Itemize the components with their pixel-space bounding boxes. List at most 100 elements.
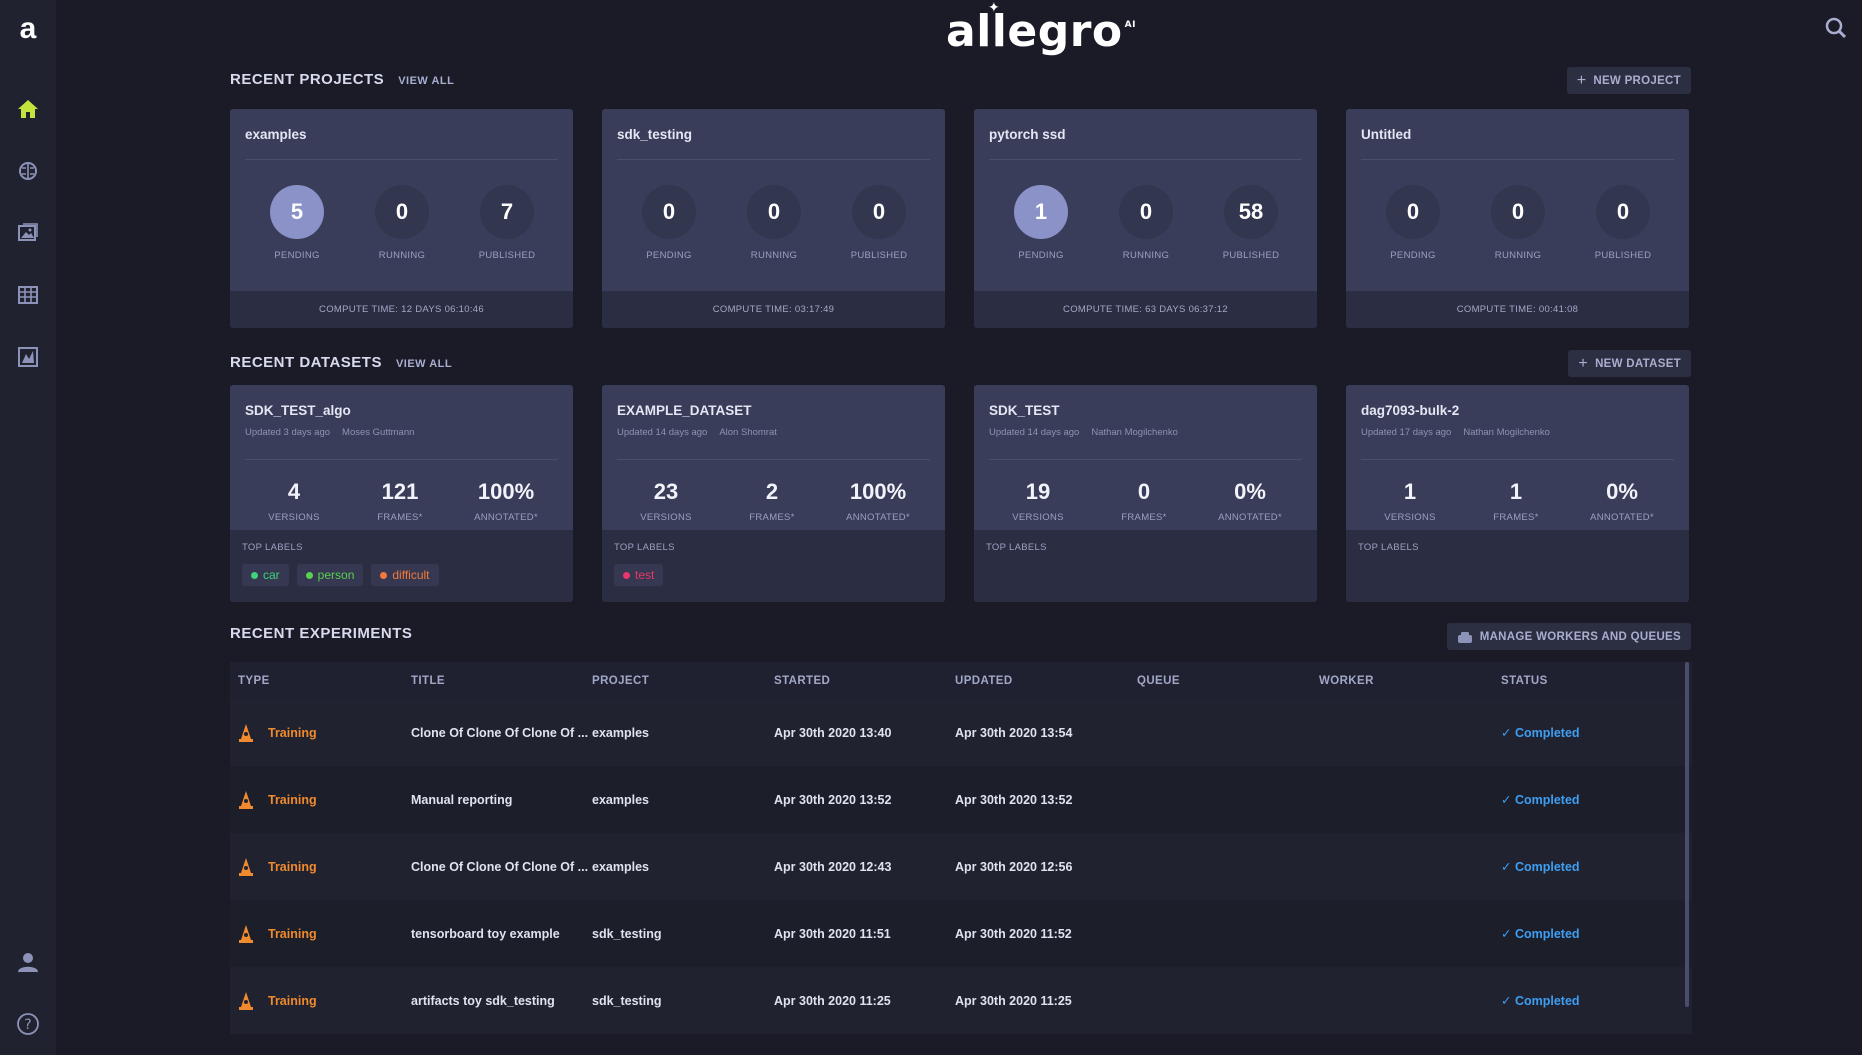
col-queue[interactable]: QUEUE [1137, 675, 1319, 687]
sidebar-item-reports[interactable] [0, 326, 56, 388]
sidebar-item-profile[interactable] [0, 931, 56, 993]
sidebar-item-home[interactable] [0, 78, 56, 140]
table-row[interactable]: Training tensorboard toy example sdk_tes… [230, 900, 1692, 967]
running-count: 0 [375, 185, 429, 239]
stat-running: 0 RUNNING [1094, 185, 1198, 261]
label-dot [305, 571, 313, 579]
dataset-card[interactable]: SDK_TEST_algo Updated 3 days ago Moses Gu… [230, 385, 573, 602]
type-text: Training [268, 859, 317, 874]
stat-pending: 0 PENDING [1361, 185, 1465, 261]
cell-type: Training [230, 857, 411, 877]
label-text: difficult [392, 568, 430, 582]
col-started[interactable]: STARTED [774, 675, 955, 687]
divider [989, 459, 1302, 460]
divider [617, 459, 930, 460]
cell-started: Apr 30th 2020 11:25 [774, 993, 891, 1008]
section-title: RECENT PROJECTS [230, 71, 385, 88]
cell-started: Apr 30th 2020 11:51 [774, 926, 891, 941]
dataset-updated: Updated 14 days ago [989, 427, 1080, 438]
dataset-card[interactable]: dag7093-bulk-2 Updated 17 days ago Nathan… [1346, 385, 1689, 602]
table-row[interactable]: Training Manual reporting examples Apr 3… [230, 766, 1692, 833]
cell-status: ✓ Completed [1501, 792, 1671, 807]
search-icon[interactable] [1824, 16, 1848, 40]
cell-title[interactable]: Clone Of Clone Of Clone Of ... [411, 726, 592, 740]
project-card[interactable]: examples 5 PENDING 0 RUNNING 7 PUBLISHED… [230, 109, 573, 328]
stat-label: ANNOTATED* [1590, 512, 1654, 523]
label-chip[interactable]: car [242, 564, 289, 586]
brand-logo[interactable]: ✦ allegro AI [946, 0, 1136, 57]
sidebar-item-tables[interactable] [0, 264, 56, 326]
dataset-user: Nathan Mogilchenko [1463, 427, 1550, 438]
cell-title[interactable]: tensorboard toy example [411, 927, 592, 941]
projects-view-all-link[interactable]: VIEW ALL [398, 75, 454, 87]
manage-workers-label: MANAGE WORKERS AND QUEUES [1479, 630, 1681, 643]
col-worker[interactable]: WORKER [1319, 675, 1501, 687]
top-labels-title: TOP LABELS [986, 542, 1047, 553]
cell-title[interactable]: Manual reporting [411, 793, 592, 807]
stat-running: 0 RUNNING [350, 185, 454, 261]
divider [617, 159, 930, 160]
training-icon [239, 924, 253, 943]
top-labels-panel: TOP LABELS [1346, 530, 1689, 602]
cell-title[interactable]: artifacts toy sdk_testing [411, 994, 592, 1008]
col-status[interactable]: STATUS [1501, 675, 1671, 687]
dataset-card[interactable]: SDK_TEST Updated 14 days ago Nathan Mogil… [974, 385, 1317, 602]
stat-label: RUNNING [1494, 250, 1542, 261]
new-project-button[interactable]: + NEW PROJECT [1566, 67, 1691, 94]
col-updated[interactable]: UPDATED [955, 675, 1137, 687]
cell-started: Apr 30th 2020 13:52 [774, 792, 892, 807]
stat-versions: 19 VERSIONS [985, 479, 1091, 523]
dataset-name: SDK_TEST [989, 403, 1060, 418]
stat-label: PENDING [646, 250, 692, 261]
sidebar: a ? [0, 0, 56, 1055]
status-text: Completed [1514, 793, 1580, 807]
datasets-view-all-link[interactable]: VIEW ALL [396, 358, 452, 370]
sidebar-item-datasets[interactable] [0, 202, 56, 264]
sidebar-item-experiments[interactable] [0, 140, 56, 202]
stat-label: RUNNING [750, 250, 798, 261]
app-logo[interactable]: a [13, 12, 43, 45]
dataset-card[interactable]: EXAMPLE_DATASET Updated 14 days ago Alon … [602, 385, 945, 602]
sidebar-item-help[interactable]: ? [0, 993, 56, 1055]
brand-star-icon: ✦ [988, 0, 1001, 16]
label-chip[interactable]: difficult [371, 564, 439, 586]
stat-published: 7 PUBLISHED [455, 185, 559, 261]
label-text: car [263, 568, 280, 582]
table-row[interactable]: Training Clone Of Clone Of Clone Of ... … [230, 833, 1692, 900]
new-dataset-button[interactable]: + NEW DATASET [1568, 350, 1691, 377]
stat-label: ANNOTATED* [1218, 512, 1282, 523]
cell-type: Training [230, 790, 411, 810]
dataset-meta: Updated 14 days ago Nathan Mogilchenko [989, 427, 1178, 438]
stat-pending: 0 PENDING [617, 185, 721, 261]
label-chip[interactable]: person [296, 564, 364, 586]
published-count: 7 [480, 185, 534, 239]
project-card[interactable]: pytorch ssd 1 PENDING 0 RUNNING 58 PUBLI… [974, 109, 1317, 328]
stat-label: ANNOTATED* [846, 512, 910, 523]
col-type[interactable]: TYPE [230, 675, 411, 687]
col-title[interactable]: TITLE [411, 675, 592, 687]
status-text: Completed [1514, 860, 1580, 874]
user-icon [18, 953, 38, 972]
dataset-updated: Updated 3 days ago [245, 427, 331, 438]
project-name: sdk_testing [617, 127, 693, 142]
stat-label: ANNOTATED* [474, 512, 538, 523]
label-chip[interactable]: test [614, 564, 664, 586]
published-count: 0 [1596, 185, 1650, 239]
table-row[interactable]: Training Clone Of Clone Of Clone Of ... … [230, 699, 1692, 766]
check-icon: ✓ [1501, 994, 1515, 1008]
versions-count: 4 [287, 479, 301, 504]
table-scrollbar[interactable] [1685, 662, 1689, 1007]
dataset-user: Moses Guttmann [342, 427, 415, 438]
dataset-name: EXAMPLE_DATASET [617, 403, 752, 418]
col-project[interactable]: PROJECT [592, 675, 774, 687]
stat-label: FRAMES* [1121, 512, 1167, 523]
manage-workers-button[interactable]: MANAGE WORKERS AND QUEUES [1446, 623, 1691, 650]
stat-label: PENDING [274, 250, 320, 261]
status-text: Completed [1514, 726, 1580, 740]
project-card[interactable]: sdk_testing 0 PENDING 0 RUNNING 0 PUBLIS… [602, 109, 945, 328]
table-row[interactable]: Training artifacts toy sdk_testing sdk_t… [230, 967, 1692, 1034]
published-count: 58 [1224, 185, 1278, 239]
cell-title[interactable]: Clone Of Clone Of Clone Of ... [411, 860, 592, 874]
project-card[interactable]: Untitled 0 PENDING 0 RUNNING 0 PUBLISHED… [1346, 109, 1689, 328]
training-icon [239, 857, 253, 876]
